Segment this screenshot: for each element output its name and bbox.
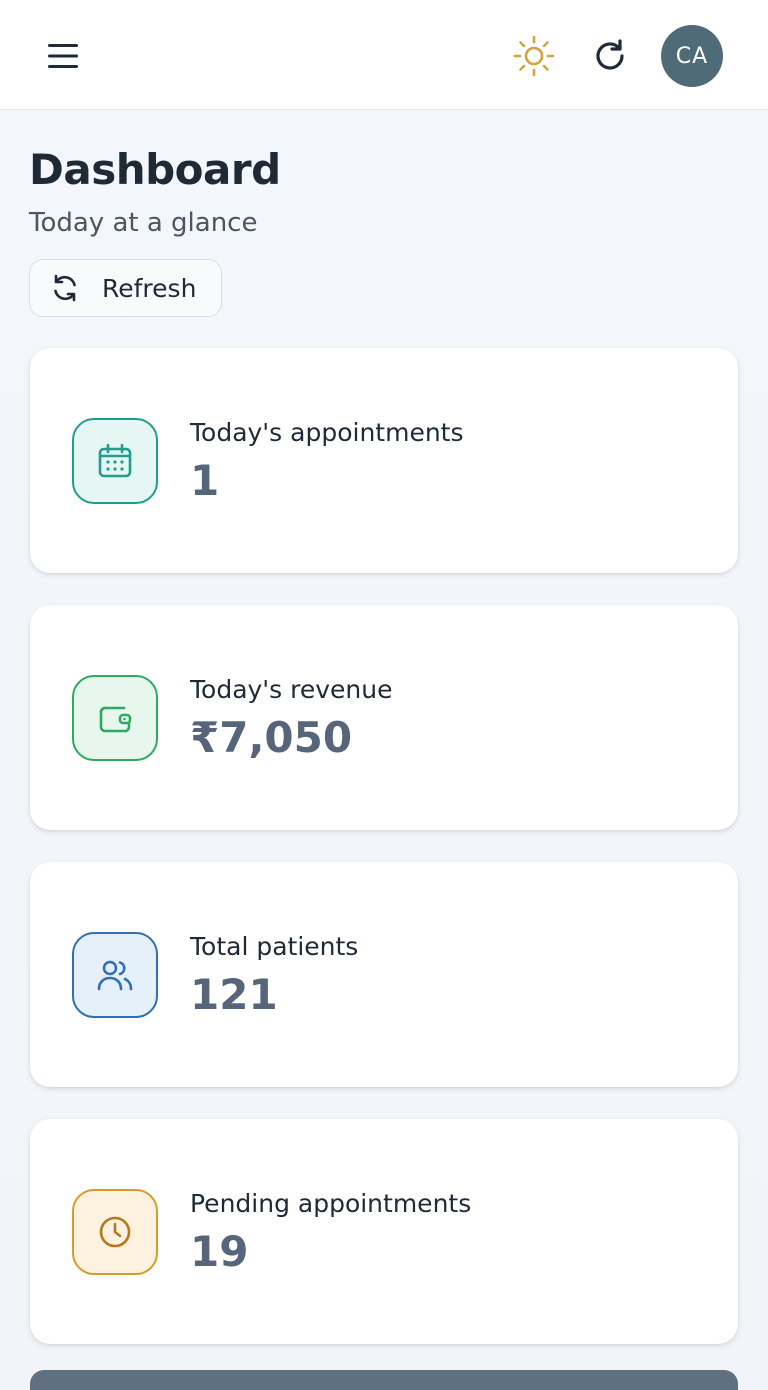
refresh-icon: [596, 39, 624, 70]
clock-icon: [99, 1216, 131, 1248]
stat-icon-box: [72, 1189, 158, 1275]
stat-icon-box: [72, 932, 158, 1018]
stat-label: Pending appointments: [190, 1189, 472, 1218]
calendar-icon: [98, 443, 132, 478]
user-avatar[interactable]: CA: [661, 25, 723, 87]
menu-button[interactable]: [40, 32, 88, 80]
stat-label: Today's appointments: [190, 418, 464, 447]
reload-button[interactable]: [586, 32, 634, 80]
stat-card-pending[interactable]: Pending appointments 19: [30, 1119, 738, 1344]
stat-value: 19: [190, 1227, 249, 1276]
stat-value: ₹7,050: [190, 713, 353, 762]
hamburger-menu-icon: [48, 44, 78, 68]
next-card-edge: [30, 1370, 738, 1390]
page-title: Dashboard: [29, 145, 281, 194]
refresh-button-label: Refresh: [102, 273, 197, 303]
stat-icon-box: [72, 675, 158, 761]
main-content: Dashboard Today at a glance Refresh Toda…: [0, 111, 768, 1390]
stat-value: 121: [190, 970, 278, 1019]
stat-card-appointments[interactable]: Today's appointments 1: [30, 348, 738, 573]
stat-icon-box: [72, 418, 158, 504]
avatar-initials: CA: [675, 43, 709, 69]
refresh-icon: [54, 274, 76, 302]
stat-card-revenue[interactable]: Today's revenue ₹7,050: [30, 605, 738, 830]
top-app-bar: CA: [0, 0, 768, 110]
sun-icon: [513, 35, 555, 77]
stat-label: Total patients: [190, 932, 359, 961]
theme-toggle-button[interactable]: [510, 32, 558, 80]
users-icon: [97, 960, 133, 991]
stat-value: 1: [190, 456, 220, 505]
stat-label: Today's revenue: [190, 675, 393, 704]
wallet-icon: [99, 706, 132, 733]
refresh-button[interactable]: Refresh: [29, 259, 222, 317]
page-subtitle: Today at a glance: [29, 208, 258, 238]
stat-card-patients[interactable]: Total patients 121: [30, 862, 738, 1087]
